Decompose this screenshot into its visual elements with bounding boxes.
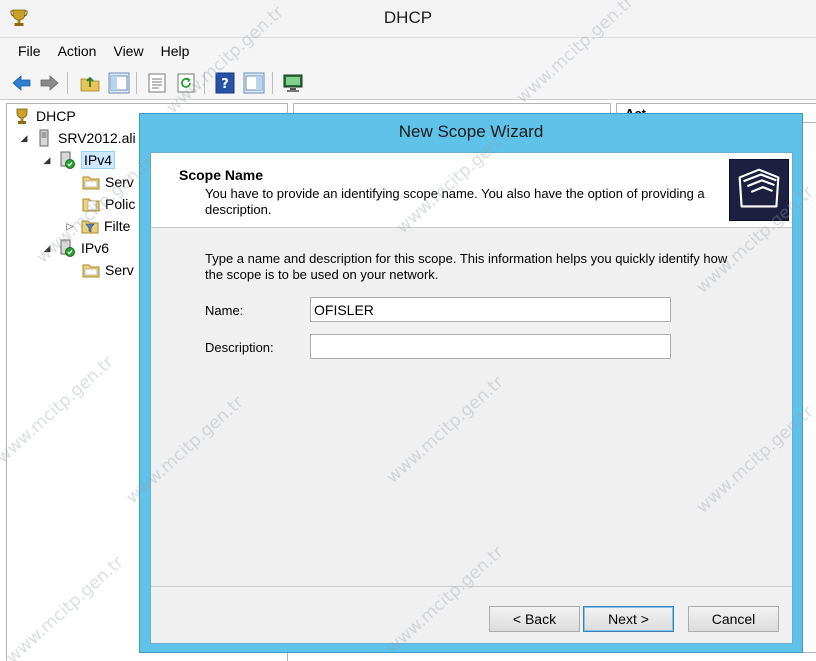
tree-item-ipv6[interactable]: ◢ IPv6 [42, 237, 109, 259]
menu-bar: File Action View Help [0, 38, 816, 64]
toolbar-separator [67, 72, 68, 94]
title-bar: DHCP [0, 0, 816, 38]
collapse-triangle-icon[interactable]: ◢ [42, 155, 52, 166]
tree-item-server-options[interactable]: Serv [82, 171, 134, 193]
footer-divider [151, 586, 792, 587]
back-arrow-icon[interactable] [11, 72, 33, 94]
name-label: Name: [205, 303, 244, 318]
scope-folders-icon [729, 159, 789, 221]
menu-action[interactable]: Action [58, 43, 97, 59]
wizard-title: New Scope Wizard [398, 122, 544, 141]
filter-icon [81, 220, 99, 234]
server-icon [39, 129, 49, 147]
svg-text:?: ? [221, 77, 229, 92]
wizard-header: Scope Name You have to provide an identi… [151, 153, 792, 228]
toolbar: ? [0, 64, 816, 100]
folder-icon [82, 176, 100, 190]
show-hide-tree-icon[interactable] [108, 72, 130, 94]
collapse-triangle-icon[interactable]: ◢ [19, 133, 29, 144]
tree-label: DHCP [36, 108, 76, 124]
wizard-page-title: Scope Name [179, 167, 264, 183]
menu-view[interactable]: View [113, 43, 143, 59]
window-title: DHCP [383, 8, 433, 27]
description-label: Description: [205, 340, 274, 355]
wizard-content: Scope Name You have to provide an identi… [150, 152, 793, 644]
up-folder-icon[interactable] [79, 72, 101, 94]
toolbar-separator [272, 72, 273, 94]
tree-label: Serv [105, 262, 134, 278]
dhcp-trophy-icon [16, 108, 28, 124]
tree-item-ipv4[interactable]: ◢ IPv4 [42, 149, 116, 171]
action-pane-icon[interactable] [243, 72, 265, 94]
menu-help[interactable]: Help [161, 43, 190, 59]
tree-item-ipv6-server-options[interactable]: Serv [82, 259, 134, 281]
folder-icon [82, 264, 100, 278]
menu-file[interactable]: File [18, 43, 41, 59]
scope-description-input[interactable] [310, 334, 671, 359]
tree-label: Filte [104, 218, 131, 234]
ipv4-status-icon [60, 151, 75, 169]
back-button[interactable]: < Back [489, 606, 580, 632]
status-area [293, 652, 816, 661]
tree-item-policies[interactable]: Polic [82, 193, 135, 215]
forward-arrow-icon[interactable] [38, 72, 60, 94]
new-scope-wizard-dialog: New Scope Wizard Scope Name You have to … [139, 113, 803, 653]
tree-label: Polic [105, 196, 136, 212]
wizard-intro-text: Type a name and description for this sco… [205, 251, 728, 282]
help-icon[interactable]: ? [214, 72, 236, 94]
wizard-page-subtitle: You have to provide an identifying scope… [205, 186, 705, 217]
cancel-button[interactable]: Cancel [688, 606, 779, 632]
tree-item-filters[interactable]: ▷ Filte [65, 215, 131, 237]
tree-item-server[interactable]: ◢ SRV2012.ali [19, 127, 136, 149]
monitor-icon[interactable] [282, 72, 304, 94]
expand-triangle-icon[interactable]: ▷ [65, 221, 75, 232]
tree-item-dhcp[interactable]: DHCP [13, 105, 76, 127]
next-button[interactable]: Next > [583, 606, 674, 632]
tree-label: Serv [105, 174, 134, 190]
policies-icon [82, 198, 100, 212]
scope-name-input[interactable] [310, 297, 671, 322]
collapse-triangle-icon[interactable]: ◢ [42, 243, 52, 254]
refresh-icon[interactable] [175, 72, 197, 94]
ipv6-status-icon [60, 239, 75, 257]
toolbar-separator [136, 72, 137, 94]
tree-label: IPv6 [81, 240, 110, 256]
tree-label: IPv4 [81, 151, 116, 169]
toolbar-separator [204, 72, 205, 94]
tree-label: SRV2012.ali [58, 130, 136, 146]
properties-icon[interactable] [146, 72, 168, 94]
